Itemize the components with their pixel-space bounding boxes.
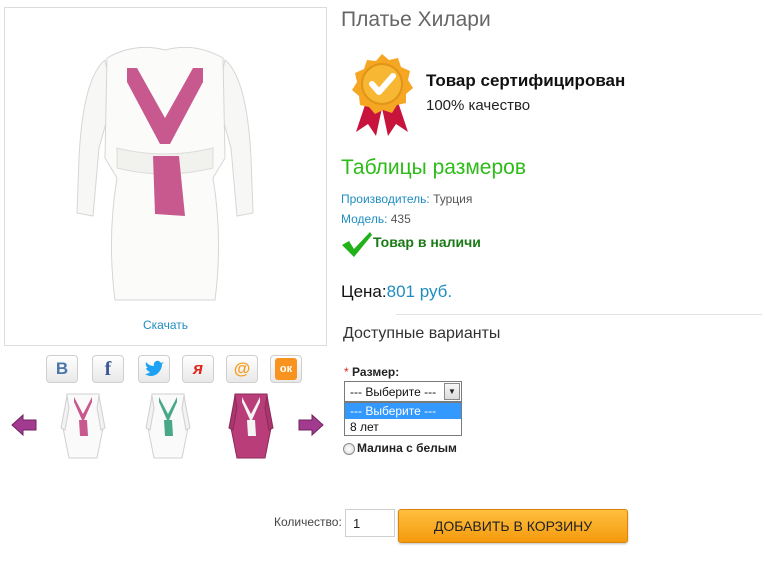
price-row: Цена:801 руб. [341,282,452,302]
add-to-cart-button[interactable]: ДОБАВИТЬ В КОРЗИНУ [398,509,628,543]
facebook-icon: f [104,357,112,380]
quantity-input[interactable] [345,509,395,537]
model-label: Модель: [341,212,388,226]
twitter-share-button[interactable] [138,355,170,383]
thumbnail-white-green[interactable] [142,388,194,460]
mailru-share-button[interactable]: @ [226,355,258,383]
thumbnail-raspberry[interactable] [225,388,277,460]
mailru-icon: @ [233,359,251,378]
divider [396,314,762,315]
model-row: Модель: 435 [341,212,411,226]
manufacturer-row: Производитель: Турция [341,192,472,206]
size-select[interactable]: --- Выберите --- ▼ [344,381,462,402]
odnoklassniki-icon: ок [275,358,297,380]
prev-arrow-icon[interactable] [11,414,37,436]
vk-icon: В [55,359,69,378]
required-marker: * [344,365,349,379]
size-select-value: --- Выберите --- [350,385,437,399]
certificate-title: Товар сертифицирован [426,71,626,90]
stock-status: Товар в наличи [341,231,481,257]
product-title: Платье Хилари [341,8,491,31]
dress-image [76,46,254,301]
stock-text: Товар в наличи [373,234,481,250]
color-radio[interactable] [343,443,355,455]
checkmark-icon [342,232,372,257]
thumbnail-white-pink[interactable] [57,388,109,460]
vk-share-button[interactable]: В [46,355,78,383]
yandex-share-button[interactable]: я [182,355,214,383]
download-link[interactable]: Скачать [5,318,326,332]
certificate-badge-icon [352,54,413,136]
size-label: * Размер: [344,365,399,379]
size-option[interactable]: 8 лет [345,419,461,435]
twitter-icon [145,360,164,376]
manufacturer-value: Турция [433,192,473,206]
color-option-label: Малина с белым [357,441,457,455]
chevron-down-icon[interactable]: ▼ [444,383,460,400]
certificate-subtitle: 100% качество [426,97,531,114]
model-value: 435 [390,212,411,226]
price-value: 801 руб. [386,282,453,301]
yandex-icon: я [192,359,203,378]
price-label: Цена: [341,282,387,301]
variants-title: Доступные варианты [343,325,501,342]
size-table-link[interactable]: Таблицы размеров [341,156,526,180]
product-main-image[interactable]: Скачать [4,7,327,346]
size-label-text: Размер: [352,365,400,379]
quantity-label: Количество: [274,515,342,529]
next-arrow-icon[interactable] [298,414,324,436]
odnoklassniki-share-button[interactable]: ок [270,355,302,383]
manufacturer-label[interactable]: Производитель: [341,192,430,206]
size-dropdown-list: --- Выберите --- 8 лет [344,402,462,436]
facebook-share-button[interactable]: f [92,355,124,383]
size-option[interactable]: --- Выберите --- [345,403,461,419]
